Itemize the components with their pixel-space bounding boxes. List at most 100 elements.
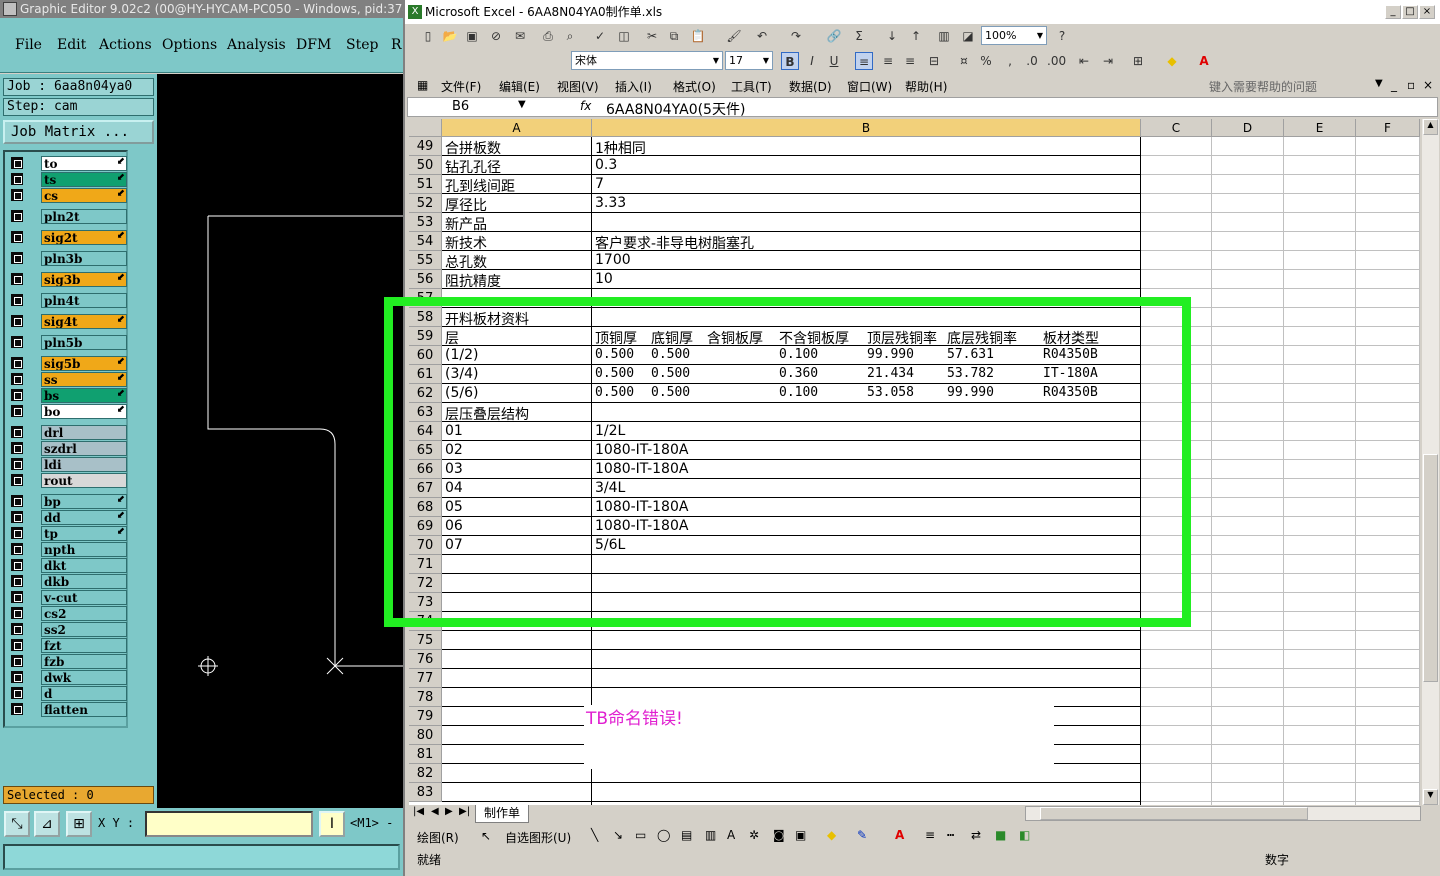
layer-name[interactable]: v-cut — [41, 590, 127, 605]
layer-row-fzb[interactable]: fzb — [9, 654, 127, 669]
undo-icon[interactable]: ↶ — [753, 27, 771, 45]
layer-name[interactable]: pln2t — [41, 209, 127, 224]
menu-tools-cn[interactable]: 工具(T) — [731, 78, 772, 95]
layer-row-ss[interactable]: ss ⬋ — [9, 372, 127, 387]
arrow-style-icon[interactable]: ⇄ — [971, 828, 981, 842]
drawing-icon[interactable]: ◪ — [959, 27, 977, 45]
row-header[interactable]: 80 — [409, 726, 442, 745]
select-all-corner[interactable] — [409, 119, 442, 137]
layer-row-bo[interactable]: bo ⬋ — [9, 404, 127, 419]
paste-icon[interactable]: 📋 — [689, 27, 707, 45]
row-header[interactable]: 81 — [409, 745, 442, 764]
help-dropdown-icon[interactable]: ▼ — [1375, 78, 1383, 89]
name-box-dropdown-icon[interactable]: ▼ — [518, 99, 526, 110]
increase-decimal-icon[interactable]: .0 — [1023, 52, 1041, 70]
merge-center-icon[interactable]: ⊟ — [925, 52, 943, 70]
layer-name[interactable]: bp — [41, 494, 127, 509]
cell-a[interactable]: 新技术 — [445, 233, 487, 253]
cell-b[interactable]: 7 — [595, 176, 604, 192]
increase-indent-icon[interactable]: ⇥ — [1099, 52, 1117, 70]
layer-checkbox[interactable] — [11, 543, 23, 555]
layer-checkbox[interactable] — [11, 189, 23, 201]
row-header[interactable]: 56 — [409, 270, 442, 289]
layer-row-to[interactable]: to ⬋ — [9, 156, 127, 171]
menu-actions[interactable]: Actions — [99, 37, 152, 53]
sheet-nav-first-icon[interactable]: |◀ — [413, 806, 424, 817]
close-button[interactable]: × — [1419, 5, 1435, 19]
zoom-tool-icon[interactable]: ⤡ — [4, 811, 30, 837]
menu-dfm[interactable]: DFM — [296, 37, 331, 53]
draw-fill-color-icon[interactable]: ◆ — [827, 828, 836, 842]
horizontal-scrollbar[interactable] — [1025, 806, 1421, 821]
layer-checkbox[interactable] — [11, 157, 23, 169]
text-cursor-icon[interactable]: I — [319, 811, 345, 837]
layer-row-szdrl[interactable]: szdrl — [9, 441, 127, 456]
name-box[interactable]: B6 — [452, 99, 469, 114]
picture-icon[interactable]: ▣ — [795, 828, 806, 842]
layer-checkbox[interactable] — [11, 357, 23, 369]
job-matrix-button[interactable]: Job Matrix ... — [3, 120, 154, 144]
cell-a[interactable]: 钻孔孔径 — [445, 157, 501, 177]
layer-name[interactable]: pln3b — [41, 251, 127, 266]
layer-name[interactable]: to — [41, 156, 127, 171]
textbox-tool-icon[interactable]: ▤ — [681, 828, 692, 842]
layer-row-v-cut[interactable]: v-cut — [9, 590, 127, 605]
autosum-icon[interactable]: Σ — [850, 27, 868, 45]
spelling-icon[interactable]: ✓ — [591, 27, 609, 45]
comma-icon[interactable]: , — [1001, 52, 1019, 70]
borders-icon[interactable]: ⊞ — [1129, 52, 1147, 70]
fx-label[interactable]: fx — [580, 99, 591, 113]
layer-row-dkb[interactable]: dkb — [9, 574, 127, 589]
layer-name[interactable]: npth — [41, 542, 127, 557]
menu-options[interactable]: Options — [162, 37, 217, 53]
menu-edit-cn[interactable]: 编辑(E) — [499, 78, 540, 95]
layer-checkbox[interactable] — [11, 474, 23, 486]
row-header[interactable]: 54 — [409, 232, 442, 251]
layer-name[interactable]: sig2t — [41, 230, 127, 245]
scroll-down-button[interactable]: ▼ — [1423, 789, 1438, 805]
layer-checkbox[interactable] — [11, 575, 23, 587]
row-header[interactable]: 55 — [409, 251, 442, 270]
layer-name[interactable]: tp — [41, 526, 127, 541]
layer-checkbox[interactable] — [11, 426, 23, 438]
hyperlink-icon[interactable]: 🔗 — [825, 27, 843, 45]
copy-icon[interactable]: ⧉ — [665, 27, 683, 45]
email-icon[interactable]: ✉ — [511, 27, 529, 45]
layer-checkbox[interactable] — [11, 511, 23, 523]
currency-icon[interactable]: ¤ — [955, 52, 973, 70]
cell-a[interactable]: 新产品 — [445, 214, 487, 234]
layer-name[interactable]: pln5b — [41, 335, 127, 350]
layer-name[interactable]: drl — [41, 425, 127, 440]
new-icon[interactable]: ▯ — [419, 27, 437, 45]
layer-row-pln4t[interactable]: pln4t — [9, 293, 127, 308]
line-color-icon[interactable]: ✎ — [857, 828, 867, 842]
layer-name[interactable]: d — [41, 686, 127, 701]
arrow-tool-icon[interactable]: ↘ — [613, 828, 623, 842]
layer-checkbox[interactable] — [11, 373, 23, 385]
menu-file-cn[interactable]: 文件(F) — [441, 78, 481, 95]
layer-row-tp[interactable]: tp ⬋ — [9, 526, 127, 541]
vertical-scrollbar[interactable]: ▲ ▼ — [1422, 119, 1439, 805]
cell-b[interactable]: 1700 — [595, 252, 631, 268]
decrease-indent-icon[interactable]: ⇤ — [1075, 52, 1093, 70]
row-header[interactable]: 75 — [409, 631, 442, 650]
row-header[interactable]: 83 — [409, 783, 442, 802]
layer-row-dd[interactable]: dd ⬋ — [9, 510, 127, 525]
line-tool-icon[interactable]: ╲ — [591, 828, 598, 842]
cut-icon[interactable]: ✂ — [643, 27, 661, 45]
layer-checkbox[interactable] — [11, 315, 23, 327]
layer-name[interactable]: cs — [41, 188, 127, 203]
layer-checkbox[interactable] — [11, 173, 23, 185]
layer-row-rout[interactable]: rout — [9, 473, 127, 488]
layer-name[interactable]: bo — [41, 404, 127, 419]
cell-a[interactable]: 阻抗精度 — [445, 271, 501, 291]
layer-name[interactable]: pln4t — [41, 293, 127, 308]
layer-checkbox[interactable] — [11, 458, 23, 470]
layer-checkbox[interactable] — [11, 687, 23, 699]
layer-name[interactable]: dwk — [41, 670, 127, 685]
print-icon[interactable]: ⎙ — [539, 27, 557, 45]
menu-file[interactable]: File — [15, 37, 42, 53]
layer-row-npth[interactable]: npth — [9, 542, 127, 557]
layer-row-drl[interactable]: drl — [9, 425, 127, 440]
layer-checkbox[interactable] — [11, 591, 23, 603]
